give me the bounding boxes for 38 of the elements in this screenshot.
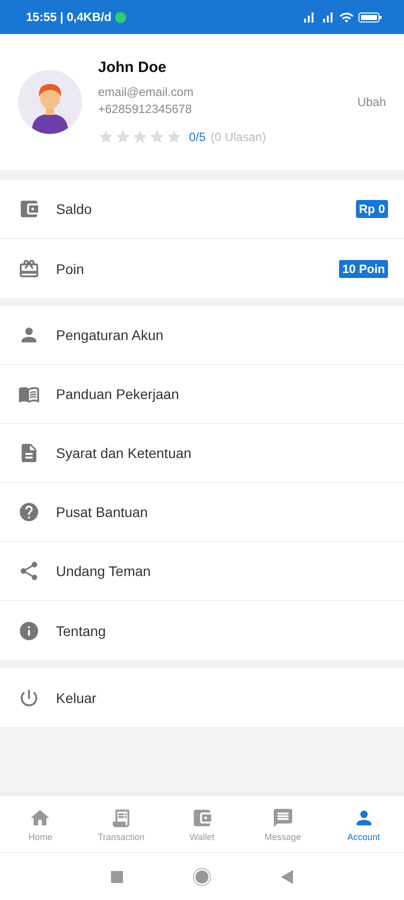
- message-icon: [272, 806, 294, 828]
- menu-label[interactable]: Undang Teman: [56, 563, 388, 579]
- user-name: John Doe: [98, 59, 168, 76]
- help-icon: [18, 501, 40, 523]
- menu-label[interactable]: Poin: [56, 260, 324, 276]
- menu-label[interactable]: Panduan Pekerjaan: [56, 386, 388, 402]
- wallet-icon: [18, 198, 40, 220]
- gift-icon: [18, 258, 40, 280]
- signal-icon: [301, 10, 316, 24]
- info-icon: [18, 620, 40, 642]
- star-icon: [132, 129, 148, 145]
- nav-tab[interactable]: Account: [323, 796, 404, 852]
- menu-label[interactable]: Tentang: [56, 622, 388, 638]
- recents-icon[interactable]: [111, 870, 123, 882]
- value-badge: 10 Poin: [339, 260, 388, 278]
- share-icon: [18, 560, 40, 582]
- rating-text: 0/5: [189, 130, 206, 144]
- receipt-icon: [110, 806, 132, 828]
- menu-label[interactable]: Pusat Bantuan: [56, 504, 388, 520]
- chat-icon: [115, 12, 126, 22]
- review-count: (0 Ulasan): [210, 130, 266, 144]
- star-icon: [149, 129, 165, 145]
- user-email: email@email.com: [98, 85, 195, 99]
- signal-icon: [320, 10, 335, 24]
- menu-label[interactable]: Saldo: [56, 201, 340, 217]
- edit-link[interactable]: Ubah: [357, 95, 386, 109]
- star-icon: [115, 129, 131, 145]
- value-badge: Rp 0: [356, 200, 388, 218]
- home-button-icon[interactable]: [193, 868, 211, 886]
- user-phone: +6285912345678: [98, 102, 193, 116]
- menu-label[interactable]: Pengaturan Akun: [56, 327, 388, 343]
- star-icon: [98, 129, 114, 145]
- battery-icon: [358, 12, 382, 22]
- star-icon: [166, 129, 182, 145]
- menu-label[interactable]: Syarat dan Ketentuan: [56, 445, 388, 461]
- back-icon[interactable]: [281, 870, 293, 884]
- status-time: 15:55 | 0,4KB/d: [26, 10, 112, 24]
- avatar: [18, 70, 82, 134]
